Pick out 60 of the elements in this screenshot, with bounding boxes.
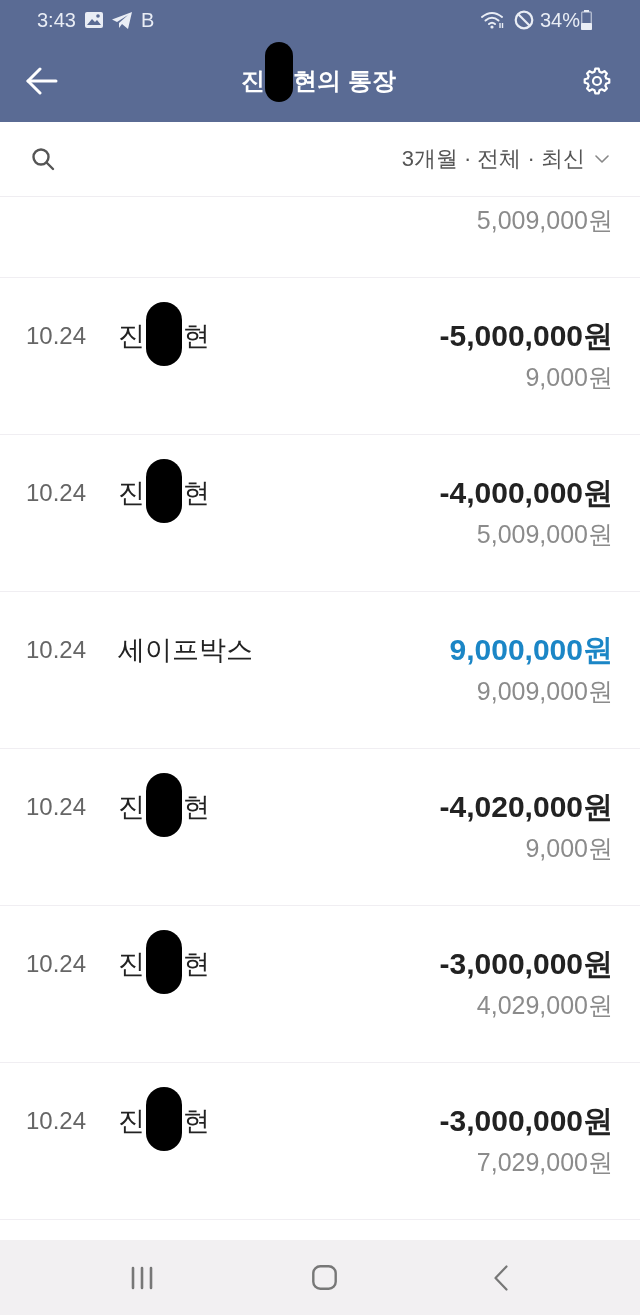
transaction-name: 현 <box>183 320 210 353</box>
transaction-amount: -3,000,000원 <box>439 1103 613 1139</box>
wifi-icon <box>480 11 505 29</box>
do-not-disturb-icon <box>513 10 534 30</box>
search-icon <box>31 147 55 171</box>
balance-amount: 5,009,000원 <box>476 519 613 549</box>
transaction-name: 진 <box>118 477 145 510</box>
transaction-name: 진 <box>118 320 145 353</box>
balance-amount: 9,009,000원 <box>476 676 613 706</box>
transaction-name: 세이프박스 <box>118 634 253 667</box>
recent-apps-button[interactable] <box>130 1265 154 1290</box>
transaction-date: 10.24 <box>26 322 88 350</box>
chevron-left-icon <box>494 1264 508 1291</box>
image-icon <box>84 12 103 28</box>
transaction-name: 진 <box>118 948 145 981</box>
redaction-mark <box>146 1087 182 1151</box>
battery-percent: 34% <box>539 8 580 32</box>
transaction-date: 10.24 <box>26 793 88 821</box>
transaction-name: 현 <box>183 1105 210 1138</box>
battery-icon <box>581 10 592 30</box>
three-bars-icon <box>130 1265 154 1290</box>
transaction-date: 10.24 <box>26 1107 88 1135</box>
balance-amount: 9,000원 <box>525 833 613 863</box>
letter-icon: B <box>140 8 155 32</box>
transaction-date: 10.24 <box>26 479 88 507</box>
search-button[interactable] <box>31 147 55 171</box>
settings-icon <box>583 67 611 95</box>
transaction-amount: -5,000,000원 <box>439 318 613 354</box>
screen-title: 진 <box>241 66 266 96</box>
balance-amount: 4,029,000원 <box>476 990 613 1020</box>
back-nav-button[interactable] <box>494 1264 508 1291</box>
transaction-name: 현 <box>183 791 210 824</box>
back-button[interactable] <box>26 67 58 95</box>
filter-dropdown[interactable]: 3개월 · 전체 · 최신 <box>401 144 609 174</box>
back-arrow-icon <box>26 67 58 95</box>
paper-plane-icon <box>111 11 132 29</box>
transaction-date: 10.24 <box>26 950 88 978</box>
redaction-mark <box>146 930 182 994</box>
redaction-mark <box>146 459 182 523</box>
transaction-name: 진 <box>118 1105 145 1138</box>
transaction-amount: 9,000,000원 <box>449 632 613 668</box>
transaction-date: 10.24 <box>26 636 88 664</box>
transaction-amount: -4,020,000원 <box>439 789 613 825</box>
rounded-square-icon <box>311 1265 337 1290</box>
redaction-mark <box>146 773 182 837</box>
transaction-name: 현 <box>183 477 210 510</box>
screen-title: 현의 통장 <box>293 66 396 96</box>
balance-amount: 7,029,000원 <box>476 1147 613 1177</box>
transaction-amount: -3,000,000원 <box>439 946 613 982</box>
clock-time: 3:43 <box>37 8 76 32</box>
balance-amount: 5,009,000원 <box>476 205 613 235</box>
settings-button[interactable] <box>583 67 611 95</box>
home-button[interactable] <box>311 1265 337 1290</box>
redaction-mark <box>146 302 182 366</box>
transaction-amount: -4,000,000원 <box>439 475 613 511</box>
transaction-name: 진 <box>118 791 145 824</box>
chevron-down-icon <box>595 155 609 163</box>
redaction-mark <box>265 42 294 102</box>
balance-amount: 9,000원 <box>525 362 613 392</box>
transaction-name: 현 <box>183 948 210 981</box>
